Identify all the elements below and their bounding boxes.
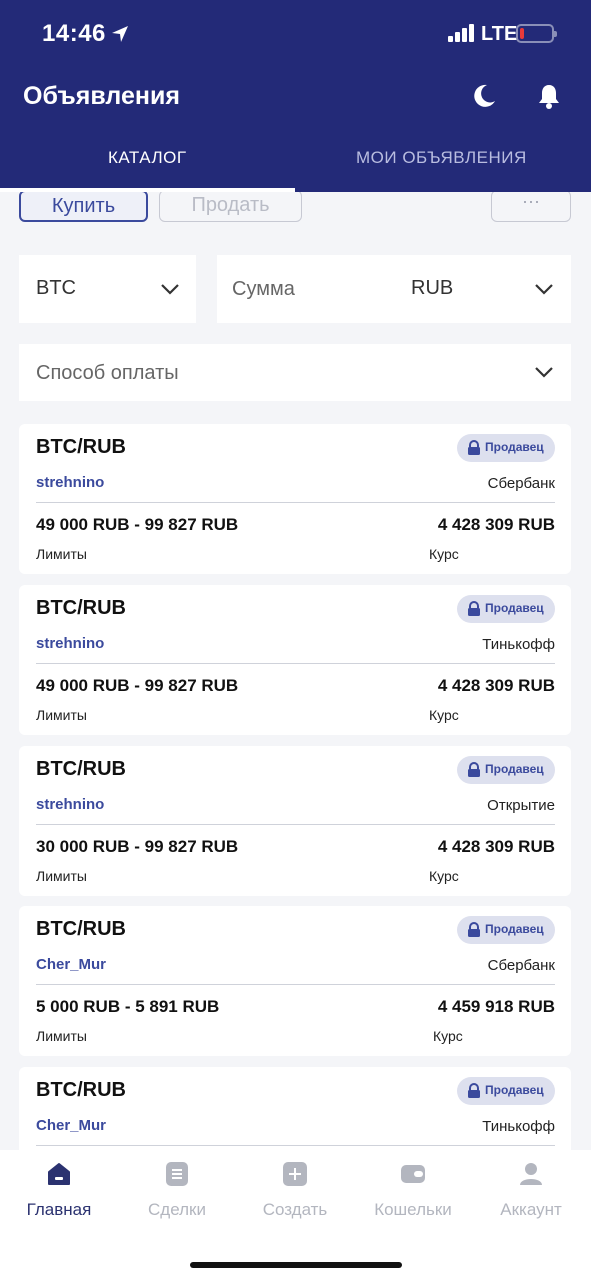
rate-value: 4 428 309 RUB [437, 676, 555, 695]
lock-icon [468, 601, 480, 616]
divider [36, 984, 555, 985]
seller-badge: Продавец [457, 916, 555, 944]
trader-name[interactable]: Cher_Mur [36, 956, 106, 973]
badge-label: Продавец [485, 601, 544, 615]
listing-card[interactable]: BTC/RUB Продавец Cher_Mur Тинькофф [19, 1067, 571, 1150]
app-header: 14:46 LTE Объявления КАТАЛОГ МОИ ОБЪЯВЛЕ… [0, 0, 591, 192]
sell-button[interactable]: Продать [159, 192, 302, 222]
pair-label: BTC/RUB [36, 1079, 126, 1101]
limits-value: 49 000 RUB - 99 827 RUB [36, 676, 239, 695]
rate-value: 4 428 309 RUB [437, 515, 555, 534]
badge-label: Продавец [485, 1083, 544, 1097]
wallet-icon [401, 1165, 425, 1183]
trader-name[interactable]: Cher_Mur [36, 1117, 106, 1134]
lock-icon [468, 922, 480, 937]
lock-icon [468, 440, 480, 455]
moon-icon[interactable] [470, 82, 498, 110]
nav-deals[interactable]: Сделки [118, 1150, 236, 1240]
rate-value: 4 459 918 RUB [437, 997, 555, 1016]
status-bar: 14:46 LTE [0, 0, 591, 66]
divider [36, 824, 555, 825]
bank-name: Тинькофф [482, 636, 555, 653]
currency-select-value: RUB [411, 277, 454, 299]
trader-name[interactable]: strehnino [36, 796, 104, 813]
battery-icon [516, 24, 557, 43]
divider [36, 663, 555, 664]
chevron-down-icon [535, 284, 553, 295]
create-icon [283, 1162, 307, 1186]
divider [36, 502, 555, 503]
limits-value: 30 000 RUB - 99 827 RUB [36, 837, 239, 856]
limits-label: Лимиты [36, 868, 87, 884]
nav-wallets-label: Кошельки [374, 1200, 452, 1219]
rate-label: Курс [429, 868, 459, 884]
seller-badge: Продавец [457, 595, 555, 623]
chevron-down-icon [535, 367, 553, 378]
pair-label: BTC/RUB [36, 918, 126, 940]
pair-label: BTC/RUB [36, 436, 126, 458]
nav-account-label: Аккаунт [500, 1200, 562, 1219]
payment-method-select[interactable]: Способ оплаты [19, 344, 571, 401]
limits-label: Лимиты [36, 707, 87, 723]
listing-content[interactable]: Купить Продать ··· BTC Сумма RUB Способ … [0, 192, 591, 1150]
divider [36, 1145, 555, 1146]
badge-label: Продавец [485, 440, 544, 454]
trader-name[interactable]: strehnino [36, 474, 104, 491]
listing-card[interactable]: BTC/RUB Продавец strehnino Открытие 30 0… [19, 746, 571, 896]
bottom-navigation: Главная Сделки Создать Кошельки Аккаунт [0, 1150, 591, 1280]
coin-select-value: BTC [36, 277, 76, 299]
pair-label: BTC/RUB [36, 597, 126, 619]
status-time: 14:46 [42, 20, 106, 47]
trader-name[interactable]: strehnino [36, 635, 104, 652]
location-arrow-icon [112, 26, 128, 42]
listing-card[interactable]: BTC/RUB Продавец strehnino Тинькофф 49 0… [19, 585, 571, 735]
deals-icon [166, 1162, 188, 1186]
bank-name: Открытие [487, 797, 555, 814]
limits-value: 5 000 RUB - 5 891 RUB [36, 997, 220, 1016]
lock-icon [468, 762, 480, 777]
limits-label: Лимиты [36, 546, 87, 562]
listing-card[interactable]: BTC/RUB Продавец Cher_Mur Сбербанк 5 000… [19, 906, 571, 1056]
rate-label: Курс [429, 707, 459, 723]
limits-value: 49 000 RUB - 99 827 RUB [36, 515, 239, 534]
listing-card[interactable]: BTC/RUB Продавец strehnino Сбербанк 49 0… [19, 424, 571, 574]
rate-label: Курс [429, 546, 459, 562]
seller-badge: Продавец [457, 434, 555, 462]
chevron-down-icon [161, 284, 179, 295]
amount-field[interactable]: Сумма [232, 278, 295, 301]
nav-create[interactable]: Создать [236, 1150, 354, 1240]
bell-icon[interactable] [535, 82, 563, 110]
badge-label: Продавец [485, 922, 544, 936]
rate-value: 4 428 309 RUB [437, 837, 555, 856]
limits-label: Лимиты [36, 1028, 87, 1044]
pair-label: BTC/RUB [36, 758, 126, 780]
rate-label: Курс [433, 1028, 463, 1044]
nav-create-label: Создать [262, 1200, 328, 1219]
lock-icon [468, 1083, 480, 1098]
coin-select[interactable]: BTC [19, 255, 196, 323]
nav-deals-label: Сделки [148, 1200, 206, 1219]
nav-home[interactable]: Главная [0, 1150, 118, 1240]
tab-my-listings[interactable]: МОИ ОБЪЯВЛЕНИЯ [356, 148, 527, 168]
bank-name: Тинькофф [482, 1118, 555, 1135]
bank-name: Сбербанк [487, 475, 555, 492]
buy-button[interactable]: Купить [19, 192, 148, 222]
nav-wallets[interactable]: Кошельки [354, 1150, 472, 1240]
nav-account[interactable]: Аккаунт [472, 1150, 590, 1240]
payment-method-placeholder: Способ оплаты [36, 362, 179, 384]
account-icon [520, 1163, 542, 1185]
amount-select[interactable]: Сумма RUB [217, 255, 571, 323]
more-options-button[interactable]: ··· [491, 192, 571, 222]
seller-badge: Продавец [457, 1077, 555, 1105]
tab-catalog[interactable]: КАТАЛОГ [108, 148, 187, 168]
badge-label: Продавец [485, 762, 544, 776]
network-type: LTE [481, 23, 518, 45]
seller-badge: Продавец [457, 756, 555, 784]
nav-home-label: Главная [26, 1200, 92, 1219]
home-indicator [190, 1262, 402, 1268]
page-title: Объявления [23, 82, 180, 110]
signal-icon [448, 24, 474, 42]
bank-name: Сбербанк [487, 957, 555, 974]
home-icon [48, 1163, 70, 1185]
